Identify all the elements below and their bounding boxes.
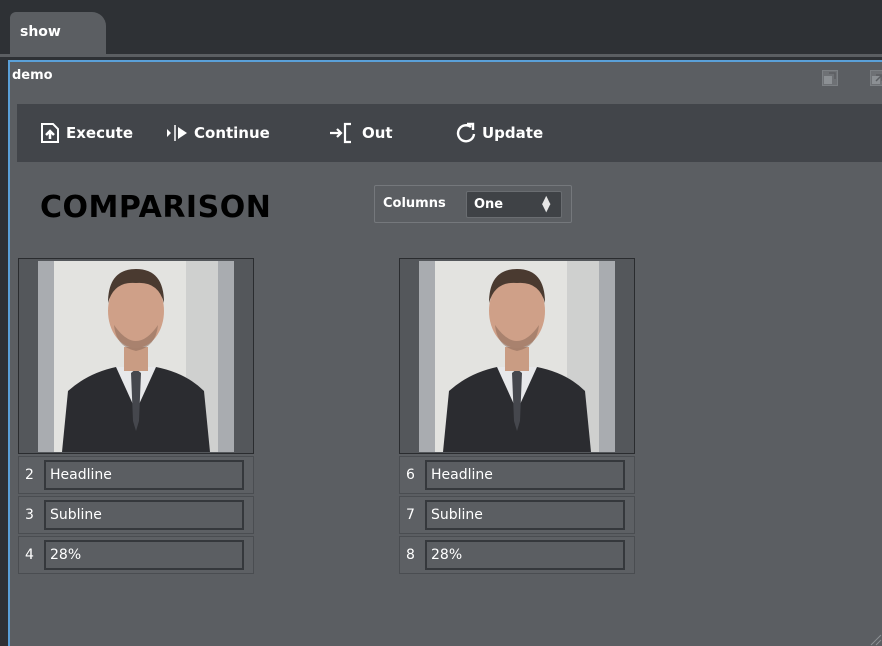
field-index: 8 xyxy=(406,547,415,563)
out-icon xyxy=(330,122,351,144)
photo-frame[interactable] xyxy=(399,258,635,454)
update-label: Update xyxy=(482,124,544,142)
columns-select[interactable]: One ▲ ▼ xyxy=(466,191,562,218)
person-photo xyxy=(419,261,615,452)
subline-input[interactable]: Subline xyxy=(44,500,244,530)
headline-input[interactable]: Headline xyxy=(44,460,244,490)
tab-show[interactable]: show xyxy=(10,12,106,54)
execute-label: Execute xyxy=(66,124,134,142)
field-index: 2 xyxy=(25,467,34,483)
maximize-icon[interactable] xyxy=(870,70,882,86)
field-index: 7 xyxy=(406,507,415,523)
field-row: 4 28% xyxy=(18,536,254,574)
columns-value: One xyxy=(474,197,504,212)
person-photo xyxy=(38,261,234,452)
updown-arrow-icon: ▲ ▼ xyxy=(542,193,551,214)
continue-button[interactable]: Continue xyxy=(165,121,270,145)
execute-button[interactable]: Execute xyxy=(39,121,133,145)
demo-window: demo Execute Continue Out Update COMPARI… xyxy=(8,60,882,646)
photo-frame[interactable] xyxy=(18,258,254,454)
field-index: 4 xyxy=(25,547,34,563)
window-title: demo xyxy=(12,68,53,83)
tab-label: show xyxy=(20,24,61,40)
page-title: COMPARISON xyxy=(40,190,272,225)
field-row: 2 Headline xyxy=(18,456,254,494)
columns-control: Columns One ▲ ▼ xyxy=(374,185,572,223)
action-toolbar: Execute Continue Out Update xyxy=(17,104,882,162)
out-button[interactable]: Out xyxy=(329,121,393,145)
execute-icon xyxy=(41,123,59,143)
tab-bar: show xyxy=(0,0,882,57)
field-row: 6 Headline xyxy=(399,456,635,494)
field-row: 8 28% xyxy=(399,536,635,574)
percent-input[interactable]: 28% xyxy=(44,540,244,570)
tab-underline xyxy=(0,54,882,57)
resize-grip-icon[interactable] xyxy=(868,632,882,646)
out-label: Out xyxy=(362,124,393,142)
percent-input[interactable]: 28% xyxy=(425,540,625,570)
headline-input[interactable]: Headline xyxy=(425,460,625,490)
field-row: 3 Subline xyxy=(18,496,254,534)
subline-input[interactable]: Subline xyxy=(425,500,625,530)
field-index: 6 xyxy=(406,467,415,483)
update-button[interactable]: Update xyxy=(455,121,543,145)
restore-icon[interactable] xyxy=(822,70,838,86)
field-row: 7 Subline xyxy=(399,496,635,534)
columns-label: Columns xyxy=(383,196,446,211)
continue-label: Continue xyxy=(194,124,270,142)
continue-icon xyxy=(167,125,187,141)
field-index: 3 xyxy=(25,507,34,523)
refresh-icon xyxy=(456,122,476,143)
